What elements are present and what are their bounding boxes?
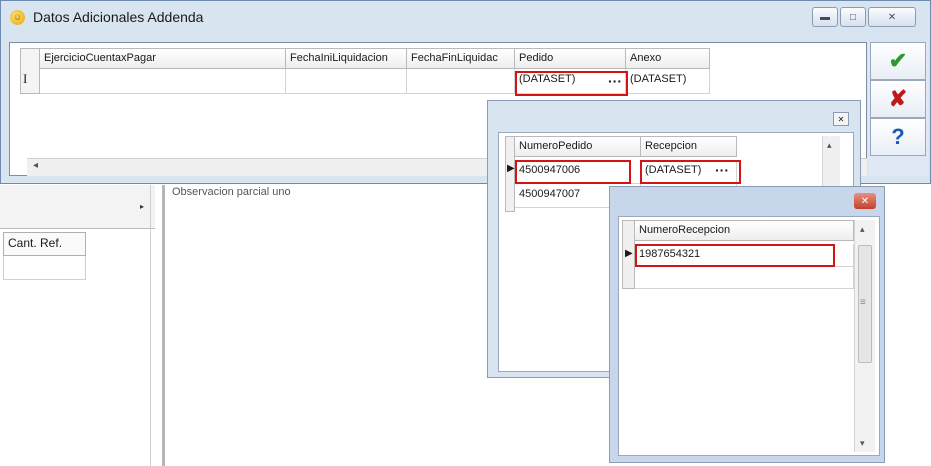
background-toolbar — [0, 185, 155, 229]
cancel-button[interactable]: ✘ — [870, 80, 926, 118]
cell-anexo[interactable]: (DATASET) — [626, 69, 710, 94]
pedido-grid-header: NumeroPedido Recepcion — [515, 136, 737, 157]
x-icon: ✘ — [888, 86, 908, 111]
row-pointer-icon: ▶ — [507, 163, 515, 174]
background-divider — [150, 185, 151, 466]
cell-numero-recepcion[interactable] — [635, 267, 854, 289]
help-button[interactable]: ? — [870, 118, 926, 156]
row-pointer-icon: ▶ — [625, 248, 633, 259]
background-arrow-icon: ▸ — [140, 202, 145, 211]
recepcion-close-icon[interactable]: ✕ — [854, 193, 876, 209]
cant-ref-header: Cant. Ref. — [3, 232, 86, 256]
minimize-icon[interactable]: ▬ — [812, 7, 838, 27]
col-numero-pedido[interactable]: NumeroPedido — [515, 136, 641, 157]
scroll-grip-icon: ≡ — [860, 297, 866, 308]
col-pedido[interactable]: Pedido — [515, 48, 626, 69]
window-title: Datos Adicionales Addenda — [33, 9, 204, 25]
cell-fecha-fin[interactable] — [407, 69, 515, 94]
maximize-icon[interactable]: □ — [840, 7, 866, 27]
background-splitter[interactable] — [162, 185, 165, 466]
col-fecha-ini[interactable]: FechaIniLiquidacion — [286, 48, 407, 69]
col-fecha-fin[interactable]: FechaFinLiquidac — [407, 48, 515, 69]
scroll-up-icon[interactable]: ▴ — [827, 140, 832, 151]
col-anexo[interactable]: Anexo — [626, 48, 710, 69]
recepcion-ellipsis-button[interactable]: ··· — [715, 162, 729, 178]
col-numero-recepcion[interactable]: NumeroRecepcion — [635, 220, 854, 241]
col-ejercicio[interactable]: EjercicioCuentaxPagar — [40, 48, 286, 69]
scroll-down-icon[interactable]: ▾ — [860, 438, 865, 449]
numero-pedido-highlight — [515, 160, 631, 184]
pedido-close-icon[interactable]: ✕ — [833, 112, 849, 126]
scroll-up-icon[interactable]: ▴ — [860, 224, 865, 235]
pedido-ellipsis-button[interactable]: ··· — [608, 73, 622, 89]
numero-recepcion-highlight — [635, 244, 835, 267]
pedido-row-gutter — [505, 136, 515, 212]
close-icon[interactable]: ✕ — [868, 7, 916, 27]
main-grid-header: EjercicioCuentaxPagar FechaIniLiquidacio… — [40, 48, 710, 69]
scroll-left-icon[interactable]: ◂ — [33, 160, 38, 171]
background-text: Observacion parcial uno — [172, 186, 291, 198]
col-recepcion[interactable]: Recepcion — [641, 136, 737, 157]
accept-button[interactable]: ✔ — [870, 42, 926, 80]
question-icon: ? — [891, 124, 905, 149]
cant-ref-cell — [3, 256, 86, 280]
text-cursor-icon: I — [23, 71, 28, 86]
window-title-bar: ☺ Datos Adicionales Addenda — [10, 0, 203, 34]
app-icon: ☺ — [10, 9, 25, 25]
cell-fecha-ini[interactable] — [286, 69, 407, 94]
checkmark-icon: ✔ — [888, 48, 908, 73]
cell-ejercicio[interactable] — [40, 69, 286, 94]
